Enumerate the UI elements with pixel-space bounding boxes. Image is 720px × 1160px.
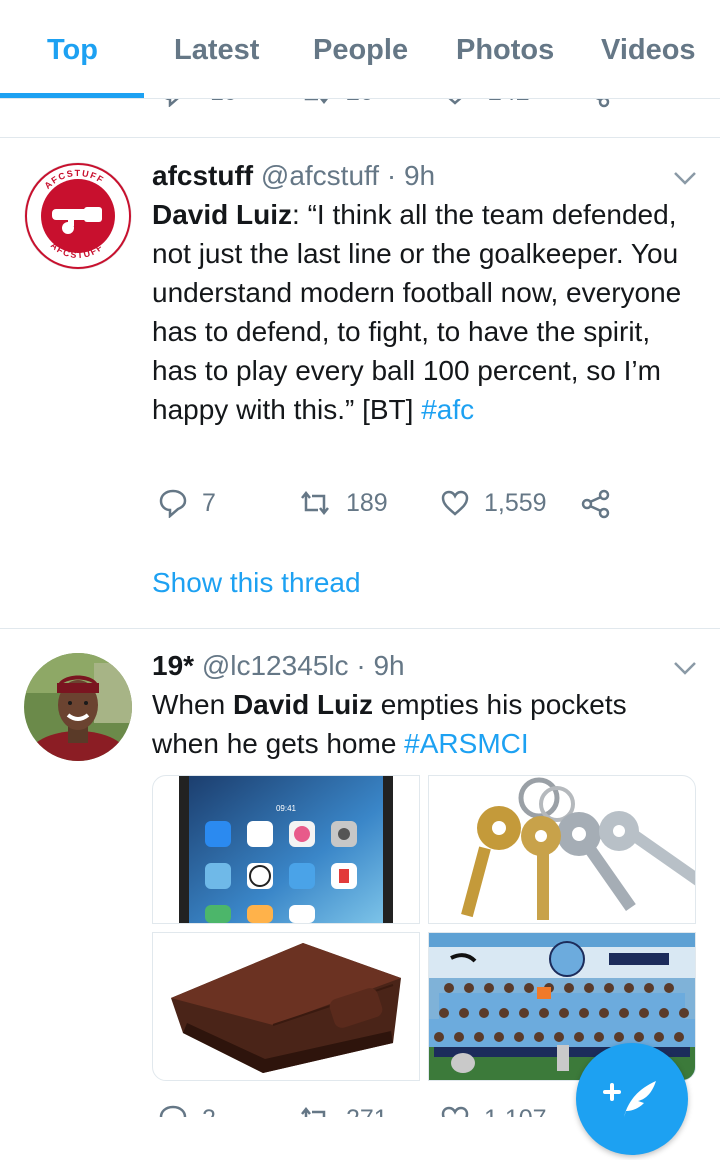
tab-latest[interactable]: Latest	[174, 34, 259, 67]
heart-icon	[441, 490, 469, 516]
hashtag-link[interactable]: #afc	[421, 394, 474, 425]
share-button[interactable]	[580, 488, 612, 520]
like-count: 242	[488, 99, 530, 107]
tweet-text: David Luiz: “I think all the team defend…	[152, 195, 697, 429]
like-count: 1,107	[484, 1105, 547, 1118]
retweet-count: 271	[346, 1105, 388, 1118]
share-icon	[595, 99, 610, 108]
retweet-icon	[301, 1106, 326, 1117]
active-tab-indicator	[0, 93, 144, 98]
tweet-header: 19* @lc12345lc · 9h	[152, 650, 405, 682]
retweet-button[interactable]: 189	[298, 488, 388, 518]
share-icon	[581, 489, 610, 519]
like-button[interactable]: 1,107	[440, 1104, 547, 1117]
retweet-icon	[304, 99, 329, 105]
previous-tweet-actions: 19 20 242	[0, 99, 720, 137]
display-name[interactable]: 19*	[152, 650, 194, 681]
tab-top[interactable]: Top	[47, 34, 98, 67]
compose-tweet-button[interactable]	[576, 1043, 688, 1155]
display-name[interactable]: afcstuff	[152, 160, 253, 191]
like-count: 1,559	[484, 488, 547, 517]
like-button[interactable]: 242	[440, 99, 530, 107]
reply-button[interactable]: 2	[158, 1104, 216, 1117]
search-tabs: Top Latest People Photos Videos	[0, 0, 720, 99]
retweet-count: 20	[346, 99, 374, 107]
reply-icon	[159, 489, 187, 518]
retweet-icon	[301, 490, 329, 516]
timestamp: · 9h	[356, 650, 405, 681]
phone-clock: 09:41	[276, 804, 297, 813]
heart-icon	[448, 99, 462, 105]
heart-icon	[441, 1106, 469, 1117]
user-handle[interactable]: @lc12345lc	[202, 650, 349, 681]
reply-button[interactable]: 7	[158, 488, 216, 518]
like-button[interactable]: 1,559	[440, 488, 547, 518]
reply-icon	[165, 99, 179, 107]
tweet-text: When David Luiz empties his pockets when…	[152, 685, 697, 763]
tab-photos[interactable]: Photos	[456, 34, 554, 67]
hashtag-link[interactable]: #ARSMCI	[404, 728, 528, 759]
reply-count: 7	[202, 488, 216, 517]
reply-count: 2	[202, 1105, 216, 1118]
avatar[interactable]: AFCSTUFF AFCSTUFF	[24, 162, 132, 270]
share-button[interactable]	[580, 99, 612, 109]
tweet-body-start: When	[152, 689, 233, 720]
show-thread-link[interactable]: Show this thread	[152, 567, 361, 599]
tab-videos[interactable]: Videos	[601, 34, 696, 67]
tweet-header: afcstuff @afcstuff · 9h	[152, 160, 435, 192]
phone-image[interactable]: 09:41	[152, 775, 420, 924]
mention-bold: David Luiz	[232, 689, 373, 720]
user-handle[interactable]: @afcstuff	[261, 160, 379, 191]
mention-bold: David Luiz	[152, 199, 293, 230]
divider	[0, 137, 720, 138]
divider	[0, 628, 720, 629]
tweet-actions: 7 189 1,559	[152, 488, 712, 528]
reply-count: 19	[210, 99, 238, 107]
chevron-down-icon[interactable]	[672, 660, 698, 676]
avatar[interactable]	[24, 653, 132, 761]
tweet-body: : “I think all the team defended, not ju…	[152, 199, 682, 425]
chevron-down-icon[interactable]	[672, 170, 698, 186]
wallet-image[interactable]	[152, 932, 420, 1081]
keys-image[interactable]	[428, 775, 696, 924]
reply-icon	[159, 1105, 187, 1117]
compose-feather-icon	[603, 1081, 656, 1117]
retweet-button[interactable]: 271	[298, 1104, 388, 1117]
retweet-count: 189	[346, 488, 388, 517]
reply-button[interactable]: 19	[158, 99, 238, 107]
tab-people[interactable]: People	[313, 34, 408, 67]
media-grid: 09:41	[152, 775, 696, 1081]
retweet-button[interactable]: 20	[298, 99, 374, 107]
timestamp: · 9h	[386, 160, 436, 191]
